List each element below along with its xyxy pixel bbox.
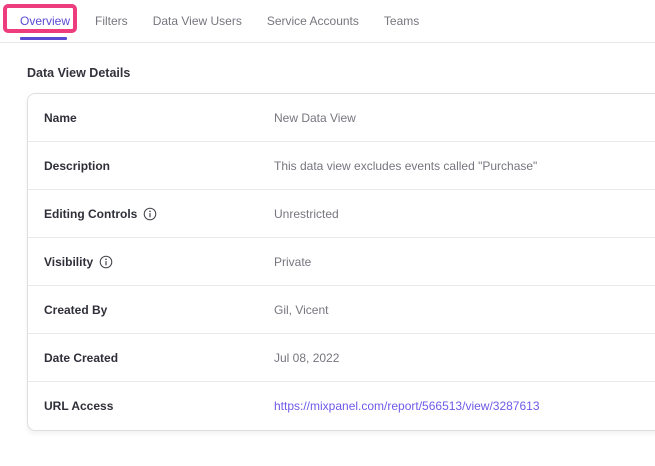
row-label-text: Description (44, 159, 110, 173)
info-icon[interactable] (143, 207, 157, 221)
row-value: Private (274, 255, 311, 269)
tab-bar: Overview Filters Data View Users Service… (0, 0, 655, 43)
table-row-created-by: Created By Gil, Vicent (28, 286, 655, 334)
row-value: Unrestricted (274, 207, 339, 221)
tab-overview-label: Overview (20, 14, 70, 28)
tab-data-view-users-label: Data View Users (153, 14, 242, 28)
row-value: https://mixpanel.com/report/566513/view/… (274, 399, 540, 413)
tab-service-accounts[interactable]: Service Accounts (267, 0, 359, 42)
data-view-details-card: Name New Data View Description This data… (27, 93, 655, 431)
row-label-text: Name (44, 111, 77, 125)
tab-teams-label: Teams (384, 14, 419, 28)
row-label: URL Access (28, 399, 274, 413)
active-tab-underline (20, 37, 67, 40)
row-label-text: Visibility (44, 255, 93, 269)
tab-service-accounts-label: Service Accounts (267, 14, 359, 28)
row-label: Editing Controls (28, 207, 274, 221)
tab-filters[interactable]: Filters (95, 0, 128, 42)
row-label: Visibility (28, 255, 274, 269)
table-row-visibility: Visibility Private (28, 238, 655, 286)
url-access-link[interactable]: https://mixpanel.com/report/566513/view/… (274, 399, 540, 413)
tab-overview[interactable]: Overview (20, 0, 70, 42)
row-label-text: URL Access (44, 399, 113, 413)
table-row-description: Description This data view excludes even… (28, 142, 655, 190)
row-value: Gil, Vicent (274, 303, 328, 317)
row-value: This data view excludes events called "P… (274, 159, 537, 173)
row-label-text: Created By (44, 303, 107, 317)
row-label-text: Editing Controls (44, 207, 137, 221)
tab-teams[interactable]: Teams (384, 0, 419, 42)
row-label: Description (28, 159, 274, 173)
row-label-text: Date Created (44, 351, 118, 365)
row-label: Date Created (28, 351, 274, 365)
row-value: New Data View (274, 111, 356, 125)
tab-data-view-users[interactable]: Data View Users (153, 0, 242, 42)
table-row-url-access: URL Access https://mixpanel.com/report/5… (28, 382, 655, 430)
info-icon[interactable] (99, 255, 113, 269)
table-row-date-created: Date Created Jul 08, 2022 (28, 334, 655, 382)
row-label: Created By (28, 303, 274, 317)
page-title: Data View Details (27, 66, 655, 80)
row-label: Name (28, 111, 274, 125)
table-row-name: Name New Data View (28, 94, 655, 142)
table-row-editing-controls: Editing Controls Unrestricted (28, 190, 655, 238)
row-value: Jul 08, 2022 (274, 351, 339, 365)
tab-filters-label: Filters (95, 14, 128, 28)
